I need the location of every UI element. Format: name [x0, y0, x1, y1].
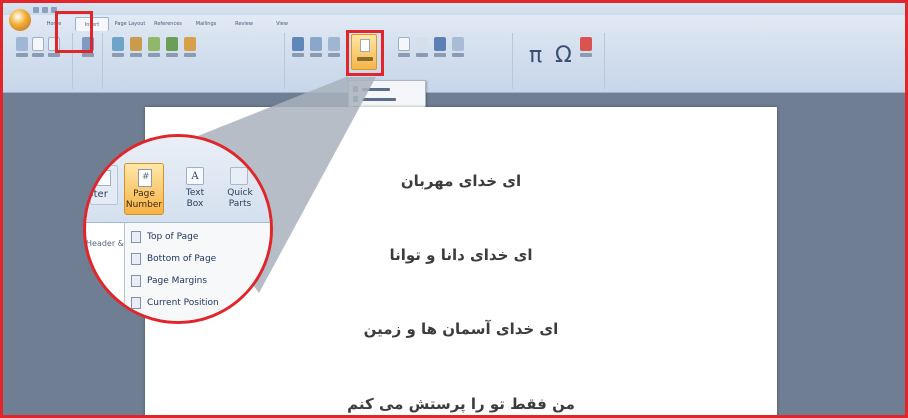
tab-page-layout[interactable]: Page Layout	[113, 17, 147, 31]
picture-button[interactable]	[111, 37, 125, 67]
illustrations-group	[105, 33, 285, 89]
smartart-button[interactable]	[165, 37, 179, 67]
bottom-of-page-icon	[131, 253, 141, 265]
zoomed-quick-parts-button[interactable]: Quick Parts	[220, 163, 260, 215]
wordart-button[interactable]	[433, 37, 447, 67]
quick-access-toolbar	[33, 7, 57, 13]
footer-label: Footer	[86, 189, 108, 200]
tab-mailings[interactable]: Mailings	[189, 17, 223, 31]
quick-parts-label-line2: Parts	[228, 199, 252, 209]
menu-item-bottom-of-page[interactable]: Bottom of Page	[131, 251, 216, 267]
text-box-icon: A	[186, 167, 204, 185]
page-number-label-line2: Number	[125, 200, 163, 210]
shapes-button[interactable]	[147, 37, 161, 67]
top-of-page-icon	[131, 231, 141, 243]
quick-parts-icon	[230, 167, 248, 185]
menu-item-label: Top of Page	[147, 232, 199, 242]
word-window: Home Insert Page Layout References Maili…	[0, 0, 908, 418]
document-line-4: من فقط تو را پرستش می کنم	[347, 395, 575, 413]
menu-item-label: Bottom of Page	[147, 254, 217, 264]
clip-art-button[interactable]	[129, 37, 143, 67]
text-box-label-line2: Box	[186, 199, 204, 209]
menu-item-current-position[interactable]: Current Position	[131, 295, 219, 311]
menu-item-page-margins[interactable]: Page Margins	[131, 273, 207, 289]
undo-icon[interactable]	[42, 7, 48, 13]
page-margins-icon	[131, 275, 141, 287]
menu-item-label: Page Margins	[147, 276, 208, 286]
menu-row-bottom-of-page[interactable]	[353, 95, 423, 103]
zoom-callout: Footer Page Number A Text Box Quick Part…	[83, 134, 273, 324]
bookmark-button[interactable]	[309, 37, 323, 67]
cover-page-button[interactable]	[15, 37, 29, 67]
cross-reference-button[interactable]	[327, 37, 341, 67]
page-number-label-line1: Page	[133, 189, 155, 199]
office-button-icon[interactable]	[9, 9, 31, 31]
hyperlink-button[interactable]	[291, 37, 305, 67]
ribbon-body: π Ω	[13, 33, 893, 89]
zoomed-ribbon: Footer Page Number A Text Box Quick Part…	[86, 137, 270, 223]
quick-parts-button[interactable]	[415, 37, 429, 67]
drop-cap-button[interactable]	[451, 37, 465, 67]
tab-references[interactable]: References	[151, 17, 185, 31]
blank-page-button[interactable]	[31, 37, 45, 67]
page-number-doc-icon	[138, 169, 152, 187]
special-characters-button[interactable]	[579, 37, 593, 67]
current-position-icon	[131, 297, 141, 309]
menu-item-label: Current Position	[147, 298, 219, 308]
zoomed-text-box-button[interactable]: A Text Box	[178, 163, 212, 215]
links-group	[287, 33, 347, 89]
save-icon[interactable]	[33, 7, 39, 13]
symbols-group: π Ω	[515, 33, 605, 89]
symbol-button[interactable]: Ω	[555, 43, 572, 68]
text-box-button[interactable]	[397, 37, 411, 67]
menu-row-top-of-page[interactable]	[353, 85, 423, 93]
quick-parts-label-line1: Quick	[227, 188, 253, 198]
chart-button[interactable]	[183, 37, 197, 67]
document-line-3: ای خدای آسمان ها و زمین	[363, 320, 559, 338]
text-box-label-line1: Text	[185, 188, 205, 198]
menu-item-top-of-page[interactable]: Top of Page	[131, 229, 198, 245]
tab-view[interactable]: View	[265, 17, 299, 31]
title-bar	[3, 3, 905, 15]
tab-review[interactable]: Review	[227, 17, 261, 31]
equation-button[interactable]: π	[529, 43, 542, 68]
page-number-highlight	[346, 30, 384, 76]
insert-tab-highlight	[55, 11, 93, 53]
footer-icon	[97, 170, 111, 186]
page-number-dropdown: Top of Page Bottom of Page Page Margins …	[124, 223, 270, 321]
ribbon: Home Insert Page Layout References Maili…	[3, 3, 905, 93]
zoomed-page-number-button[interactable]: Page Number	[124, 163, 164, 215]
